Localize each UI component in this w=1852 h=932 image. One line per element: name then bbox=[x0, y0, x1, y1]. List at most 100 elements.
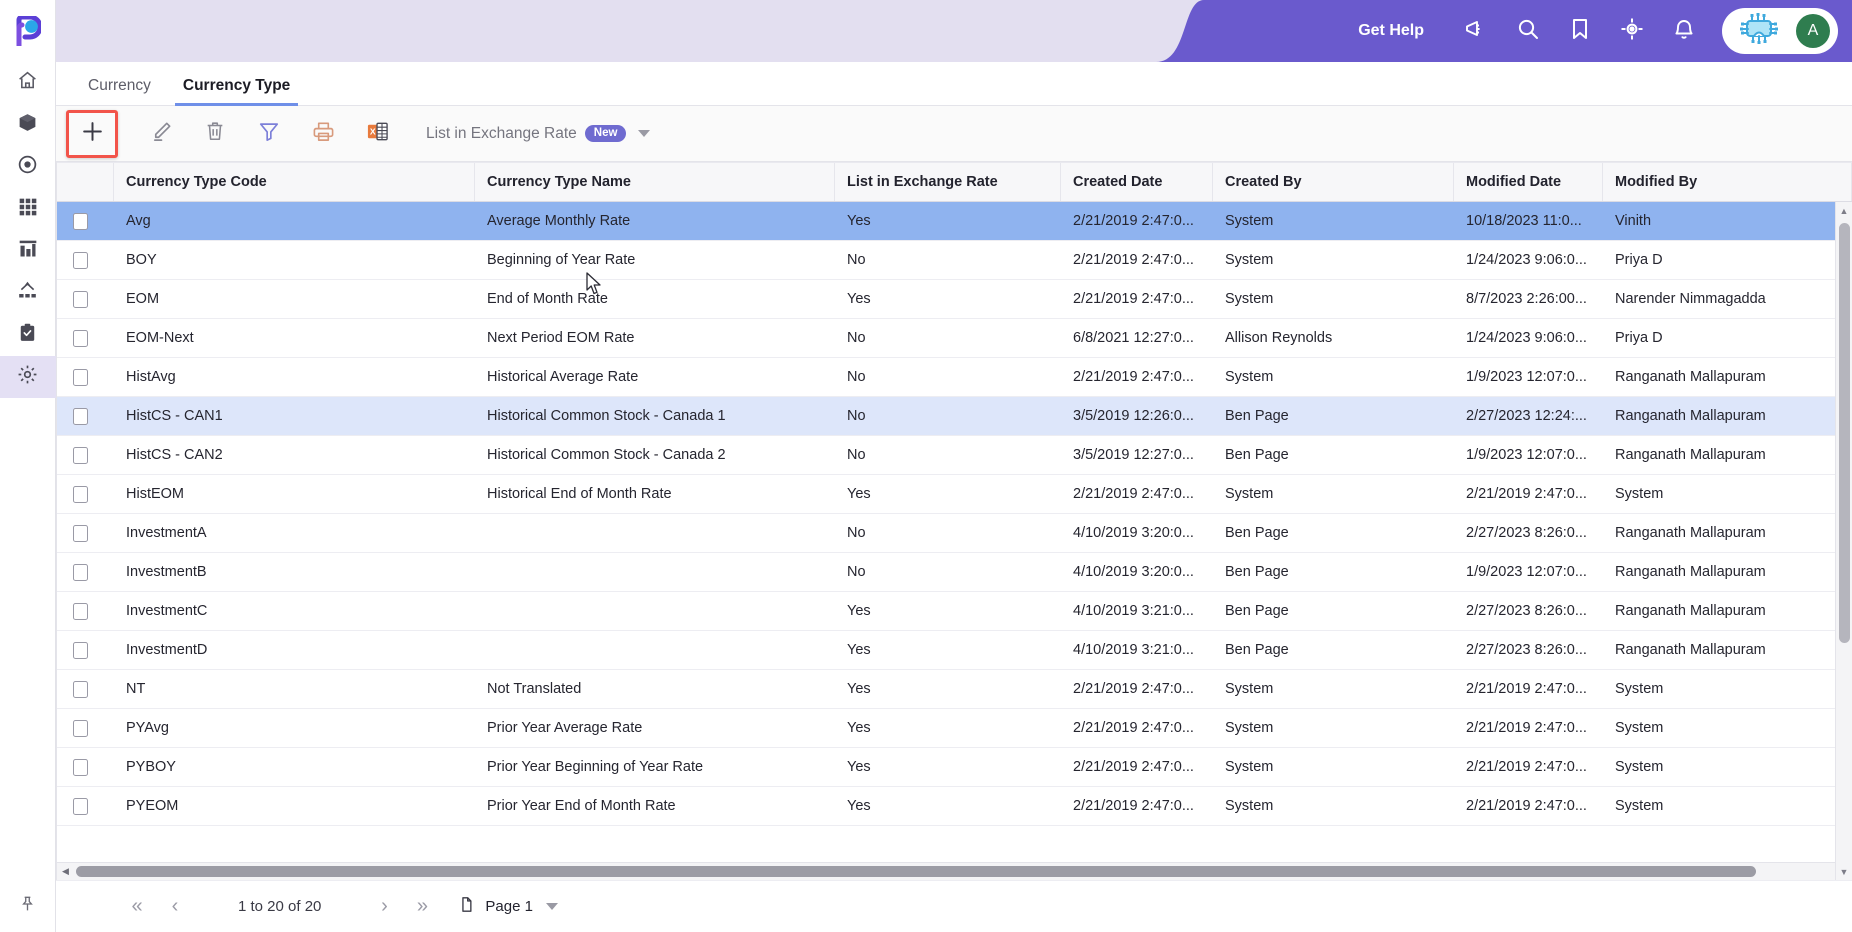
sidebar-item-settings[interactable] bbox=[0, 356, 56, 398]
table-row[interactable]: PYAvg Prior Year Average Rate Yes 2/21/2019… bbox=[57, 709, 1852, 748]
vertical-scrollbar[interactable]: ▲ ▼ bbox=[1835, 202, 1852, 880]
bookmarks-button[interactable] bbox=[1554, 0, 1606, 62]
cell-created-date: 2/21/2019 2:47:0... bbox=[1073, 720, 1194, 736]
sidebar-item-tasks[interactable] bbox=[0, 314, 56, 356]
record-count-label: 1 to 20 of 20 bbox=[238, 898, 322, 915]
horizontal-scrollbar[interactable]: ◀ ▶ bbox=[57, 862, 1852, 880]
table-row[interactable]: InvestmentB No 4/10/2019 3:20:0... Ben Page… bbox=[57, 553, 1852, 592]
planful-logo[interactable] bbox=[0, 0, 56, 62]
row-checkbox[interactable] bbox=[73, 602, 88, 620]
export-excel-button[interactable]: X bbox=[350, 112, 404, 156]
row-checkbox[interactable] bbox=[73, 368, 88, 386]
sidebar-item-apps[interactable] bbox=[0, 188, 56, 230]
get-help-link[interactable]: Get Help bbox=[1358, 22, 1424, 40]
cell-list-in-exchange-rate: No bbox=[847, 525, 866, 541]
sidebar-item-home[interactable] bbox=[0, 62, 56, 104]
column-header-currency-type-code[interactable]: Currency Type Code bbox=[114, 163, 475, 201]
column-header-created-by[interactable]: Created By bbox=[1213, 163, 1454, 201]
cell-modified-date: 2/21/2019 2:47:0... bbox=[1466, 759, 1587, 775]
table-row[interactable]: HistCS - CAN1 Historical Common Stock - C… bbox=[57, 397, 1852, 436]
row-checkbox[interactable] bbox=[73, 251, 88, 269]
cell-currency-type-code: PYBOY bbox=[126, 759, 176, 775]
scroll-left-arrow[interactable]: ◀ bbox=[57, 866, 74, 877]
page-selector[interactable]: Page 1 bbox=[457, 894, 558, 920]
table-row[interactable]: InvestmentA No 4/10/2019 3:20:0... Ben Page… bbox=[57, 514, 1852, 553]
sidebar-item-reports[interactable] bbox=[0, 230, 56, 272]
pin-button[interactable] bbox=[0, 880, 56, 932]
scroll-up-arrow[interactable]: ▲ bbox=[1840, 202, 1849, 219]
column-header-modified-date[interactable]: Modified Date bbox=[1454, 163, 1603, 201]
sidebar-item-target[interactable] bbox=[0, 146, 56, 188]
horizontal-scroll-track[interactable] bbox=[74, 863, 1835, 880]
notifications-button[interactable] bbox=[1658, 0, 1710, 62]
edit-button[interactable] bbox=[134, 112, 188, 156]
column-header-currency-type-name[interactable]: Currency Type Name bbox=[475, 163, 835, 201]
table-row[interactable]: EOM-Next Next Period EOM Rate No 6/8/2021 1… bbox=[57, 319, 1852, 358]
first-page-button[interactable]: « bbox=[118, 887, 156, 927]
cell-currency-type-code: Avg bbox=[126, 213, 151, 229]
page-chevron-down-icon[interactable] bbox=[545, 903, 558, 910]
delete-button[interactable] bbox=[188, 112, 242, 156]
cell-modified-by: Ranganath Mallapuram bbox=[1615, 564, 1766, 580]
row-checkbox[interactable] bbox=[73, 329, 88, 347]
row-checkbox[interactable] bbox=[73, 680, 88, 698]
sidebar-item-models[interactable] bbox=[0, 104, 56, 146]
row-checkbox[interactable] bbox=[73, 524, 88, 542]
previous-page-button[interactable]: ‹ bbox=[156, 887, 194, 927]
user-pill[interactable]: A bbox=[1722, 8, 1838, 54]
cell-currency-type-code: PYAvg bbox=[126, 720, 169, 736]
horizontal-scroll-thumb[interactable] bbox=[76, 866, 1756, 877]
announcements-button[interactable] bbox=[1450, 0, 1502, 62]
page-label: Page 1 bbox=[485, 898, 533, 915]
column-header-created-date[interactable]: Created Date bbox=[1061, 163, 1213, 201]
row-checkbox[interactable] bbox=[73, 641, 88, 659]
cell-currency-type-code: HistEOM bbox=[126, 486, 184, 502]
last-page-button[interactable]: » bbox=[403, 887, 441, 927]
select-all-header[interactable] bbox=[57, 163, 114, 201]
new-badge: New bbox=[584, 124, 627, 143]
row-checkbox[interactable] bbox=[73, 446, 88, 464]
cell-created-date: 4/10/2019 3:20:0... bbox=[1073, 564, 1194, 580]
table-row[interactable]: BOY Beginning of Year Rate No 2/21/2019 2:4… bbox=[57, 241, 1852, 280]
ai-chip-icon[interactable] bbox=[1736, 12, 1782, 51]
table-row[interactable]: HistAvg Historical Average Rate No 2/21/201… bbox=[57, 358, 1852, 397]
column-header-modified-by[interactable]: Modified By bbox=[1603, 163, 1852, 201]
row-checkbox[interactable] bbox=[73, 290, 88, 308]
row-checkbox[interactable] bbox=[73, 485, 88, 503]
table-row[interactable]: NT Not Translated Yes 2/21/2019 2:47:0... Sy… bbox=[57, 670, 1852, 709]
chevron-down-icon[interactable] bbox=[638, 130, 651, 137]
filter-button[interactable] bbox=[242, 112, 296, 156]
row-checkbox[interactable] bbox=[73, 797, 88, 815]
next-page-button[interactable]: › bbox=[365, 887, 403, 927]
cell-modified-by: System bbox=[1615, 798, 1664, 814]
row-checkbox[interactable] bbox=[73, 563, 88, 581]
scroll-down-arrow[interactable]: ▼ bbox=[1840, 863, 1849, 880]
tab-currency-type[interactable]: Currency Type bbox=[167, 77, 306, 106]
table-row[interactable]: PYEOM Prior Year End of Month Rate Yes 2/21… bbox=[57, 787, 1852, 826]
table-row[interactable]: Avg Average Monthly Rate Yes 2/21/2019 2:47… bbox=[57, 202, 1852, 241]
table-row[interactable]: HistCS - CAN2 Historical Common Stock - C… bbox=[57, 436, 1852, 475]
sidebar-item-hierarchy[interactable] bbox=[0, 272, 56, 314]
vertical-scroll-track[interactable] bbox=[1836, 219, 1852, 863]
print-button[interactable] bbox=[296, 112, 350, 156]
tab-currency[interactable]: Currency bbox=[72, 77, 167, 105]
search-button[interactable] bbox=[1502, 0, 1554, 62]
row-checkbox[interactable] bbox=[73, 719, 88, 737]
avatar[interactable]: A bbox=[1796, 14, 1830, 48]
add-button[interactable] bbox=[66, 109, 118, 158]
list-in-exchange-rate-dropdown[interactable]: List in Exchange Rate New bbox=[426, 124, 651, 143]
cell-created-by: System bbox=[1225, 369, 1274, 385]
table-row[interactable]: InvestmentC Yes 4/10/2019 3:21:0... Ben Pag… bbox=[57, 592, 1852, 631]
row-checkbox[interactable] bbox=[73, 758, 88, 776]
row-checkbox[interactable] bbox=[73, 407, 88, 425]
funnel-icon bbox=[258, 120, 280, 147]
row-checkbox[interactable] bbox=[73, 212, 88, 230]
column-header-list-in-exchange-rate[interactable]: List in Exchange Rate bbox=[835, 163, 1061, 201]
table-row[interactable]: InvestmentD Yes 4/10/2019 3:21:0... Ben Pag… bbox=[57, 631, 1852, 670]
vertical-scroll-thumb[interactable] bbox=[1839, 223, 1850, 643]
table-row[interactable]: EOM End of Month Rate Yes 2/21/2019 2:47:0.… bbox=[57, 280, 1852, 319]
navigate-button[interactable] bbox=[1606, 0, 1658, 62]
cell-list-in-exchange-rate: Yes bbox=[847, 681, 871, 697]
table-row[interactable]: HistEOM Historical End of Month Rate Yes 2/… bbox=[57, 475, 1852, 514]
table-row[interactable]: PYBOY Prior Year Beginning of Year Rate Ye… bbox=[57, 748, 1852, 787]
